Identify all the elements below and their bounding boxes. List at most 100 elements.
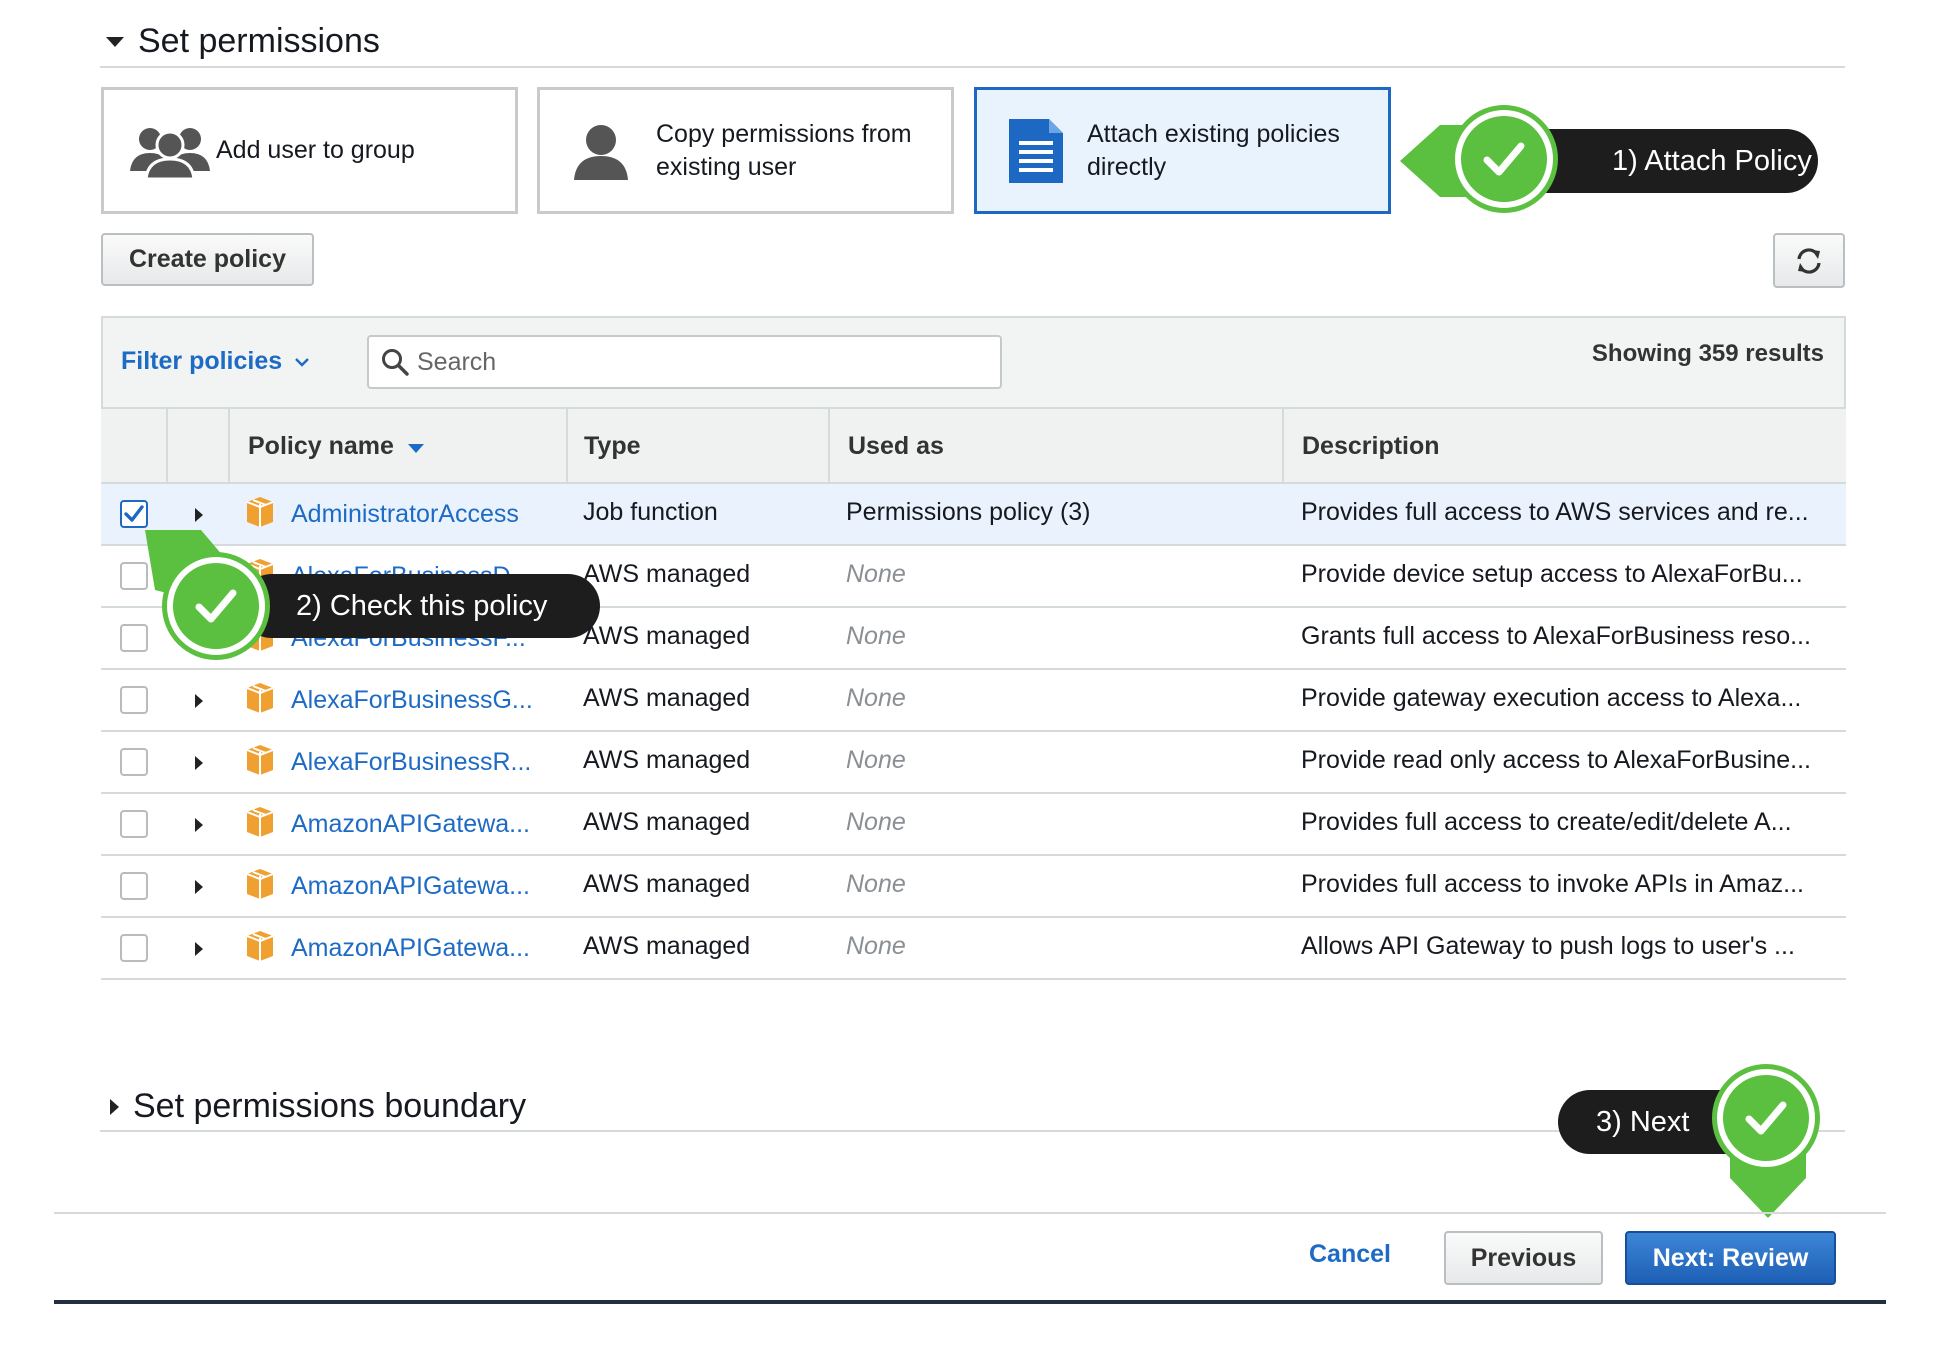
callout-text: 3) Next — [1596, 1105, 1690, 1138]
set-permissions-header[interactable]: Set permissions — [106, 22, 380, 61]
policy-used-as: None — [846, 684, 906, 712]
policy-type: AWS managed — [583, 622, 751, 650]
callout-step3: 3) Next — [1558, 1064, 1820, 1218]
callout-text: 2) Check this policy — [296, 589, 548, 622]
option-label-line2: existing user — [656, 152, 797, 181]
group-icon — [128, 123, 212, 180]
create-policy-button[interactable]: Create policy — [101, 233, 314, 286]
policy-box-icon — [245, 496, 275, 528]
column-label: Policy name — [248, 432, 394, 460]
option-copy-permissions[interactable]: Copy permissions from existing user — [537, 87, 954, 214]
option-attach-existing-policies[interactable]: Attach existing policies directly — [974, 87, 1391, 214]
row-checkbox[interactable] — [120, 748, 148, 776]
policy-box-icon — [245, 682, 275, 714]
policy-type: Job function — [583, 498, 718, 526]
callout-step2: 2) Check this policy — [140, 530, 600, 660]
row-checkbox[interactable] — [120, 934, 148, 962]
policy-name-link[interactable]: AmazonAPIGatewa... — [291, 872, 530, 901]
column-header-description[interactable]: Description — [1302, 432, 1440, 461]
column-divider — [166, 409, 168, 484]
column-header-used-as[interactable]: Used as — [848, 432, 944, 461]
chevron-down-icon — [295, 357, 310, 367]
policy-used-as: None — [846, 746, 906, 774]
expand-row-icon[interactable] — [195, 694, 203, 708]
caret-down-icon — [106, 36, 124, 47]
callout-text: 1) Attach Policy — [1612, 144, 1812, 177]
caret-right-icon — [110, 1098, 119, 1115]
document-icon — [1009, 118, 1063, 183]
table-row[interactable]: AmazonAPIGatewa... AWS managed None Allows … — [101, 918, 1846, 980]
policy-box-icon — [245, 930, 275, 962]
option-label-line2: directly — [1087, 152, 1167, 181]
policy-used-as: Permissions policy (3) — [846, 498, 1091, 526]
table-row[interactable]: AlexaForBusinessR... AWS managed None Provi… — [101, 732, 1846, 794]
policy-description: Provide device setup access to AlexaForB… — [1301, 560, 1803, 588]
search-input[interactable]: Search — [367, 335, 1002, 389]
filter-label: Filter policies — [121, 347, 283, 375]
sort-descending-icon — [407, 444, 424, 453]
table-row[interactable]: AlexaForBusinessG... AWS managed None Provi… — [101, 670, 1846, 732]
next-review-button[interactable]: Next: Review — [1625, 1231, 1836, 1285]
policy-description: Provides full access to invoke APIs in A… — [1301, 870, 1805, 898]
policy-description: Provide gateway execution access to Alex… — [1301, 684, 1802, 712]
policy-name-link[interactable]: AdministratorAccess — [291, 500, 519, 529]
row-checkbox[interactable] — [120, 872, 148, 900]
expand-row-icon[interactable] — [195, 880, 203, 894]
set-permissions-boundary-header[interactable]: Set permissions boundary — [110, 1087, 526, 1126]
check-badge-icon — [1450, 105, 1558, 213]
expand-row-icon[interactable] — [195, 942, 203, 956]
results-count: Showing 359 results — [1591, 340, 1824, 367]
policy-name-link[interactable]: AmazonAPIGatewa... — [291, 934, 530, 963]
option-add-user-to-group[interactable]: Add user to group — [101, 87, 518, 214]
row-checkbox[interactable] — [120, 500, 148, 528]
refresh-icon — [1797, 247, 1821, 274]
policy-box-icon — [245, 744, 275, 776]
policy-name-link[interactable]: AlexaForBusinessR... — [291, 748, 531, 777]
column-header-type[interactable]: Type — [584, 432, 641, 461]
filter-policies-dropdown[interactable]: Filter policies — [121, 347, 310, 376]
policy-used-as: None — [846, 870, 906, 898]
expand-row-icon[interactable] — [195, 818, 203, 832]
divider — [100, 66, 1845, 68]
search-placeholder: Search — [417, 347, 497, 376]
column-divider — [566, 409, 568, 484]
footer-divider — [54, 1212, 1886, 1214]
table-row[interactable]: AmazonAPIGatewa... AWS managed None Provide… — [101, 856, 1846, 918]
column-header-policy-name[interactable]: Policy name — [248, 432, 424, 461]
policy-box-icon — [245, 806, 275, 838]
policy-type: AWS managed — [583, 560, 751, 588]
policy-description: Provides full access to create/edit/dele… — [1301, 808, 1792, 836]
policy-description: Provides full access to AWS services and… — [1301, 498, 1809, 526]
callout-step1: 1) Attach Policy — [1400, 105, 1820, 217]
row-checkbox[interactable] — [120, 810, 148, 838]
column-divider — [1282, 409, 1284, 484]
policy-name-link[interactable]: AmazonAPIGatewa... — [291, 810, 530, 839]
expand-row-icon[interactable] — [195, 508, 203, 522]
row-checkbox[interactable] — [120, 686, 148, 714]
expand-row-icon[interactable] — [195, 756, 203, 770]
policy-box-icon — [245, 868, 275, 900]
previous-button[interactable]: Previous — [1444, 1231, 1603, 1285]
option-label-line1: Attach existing policies — [1087, 119, 1340, 148]
check-badge-icon — [1712, 1064, 1820, 1172]
policy-type: AWS managed — [583, 870, 751, 898]
policy-type: AWS managed — [583, 684, 751, 712]
search-icon — [382, 349, 409, 376]
refresh-button[interactable] — [1773, 233, 1845, 288]
policy-description: Allows API Gateway to push logs to user'… — [1301, 932, 1795, 960]
user-icon — [572, 122, 630, 180]
policy-used-as: None — [846, 808, 906, 836]
checkmark-icon — [124, 505, 144, 522]
cancel-link[interactable]: Cancel — [1309, 1240, 1391, 1269]
policy-type: AWS managed — [583, 932, 751, 960]
section-title: Set permissions boundary — [133, 1087, 527, 1125]
column-divider — [228, 409, 230, 484]
footer-bar — [54, 1300, 1886, 1304]
policy-used-as: None — [846, 560, 906, 588]
policy-description: Grants full access to AlexaForBusiness r… — [1301, 622, 1811, 650]
policy-name-link[interactable]: AlexaForBusinessG... — [291, 686, 533, 715]
policy-used-as: None — [846, 622, 906, 650]
policy-type: AWS managed — [583, 808, 751, 836]
section-title: Set permissions — [138, 22, 380, 60]
table-row[interactable]: AmazonAPIGatewa... AWS managed None Provide… — [101, 794, 1846, 856]
